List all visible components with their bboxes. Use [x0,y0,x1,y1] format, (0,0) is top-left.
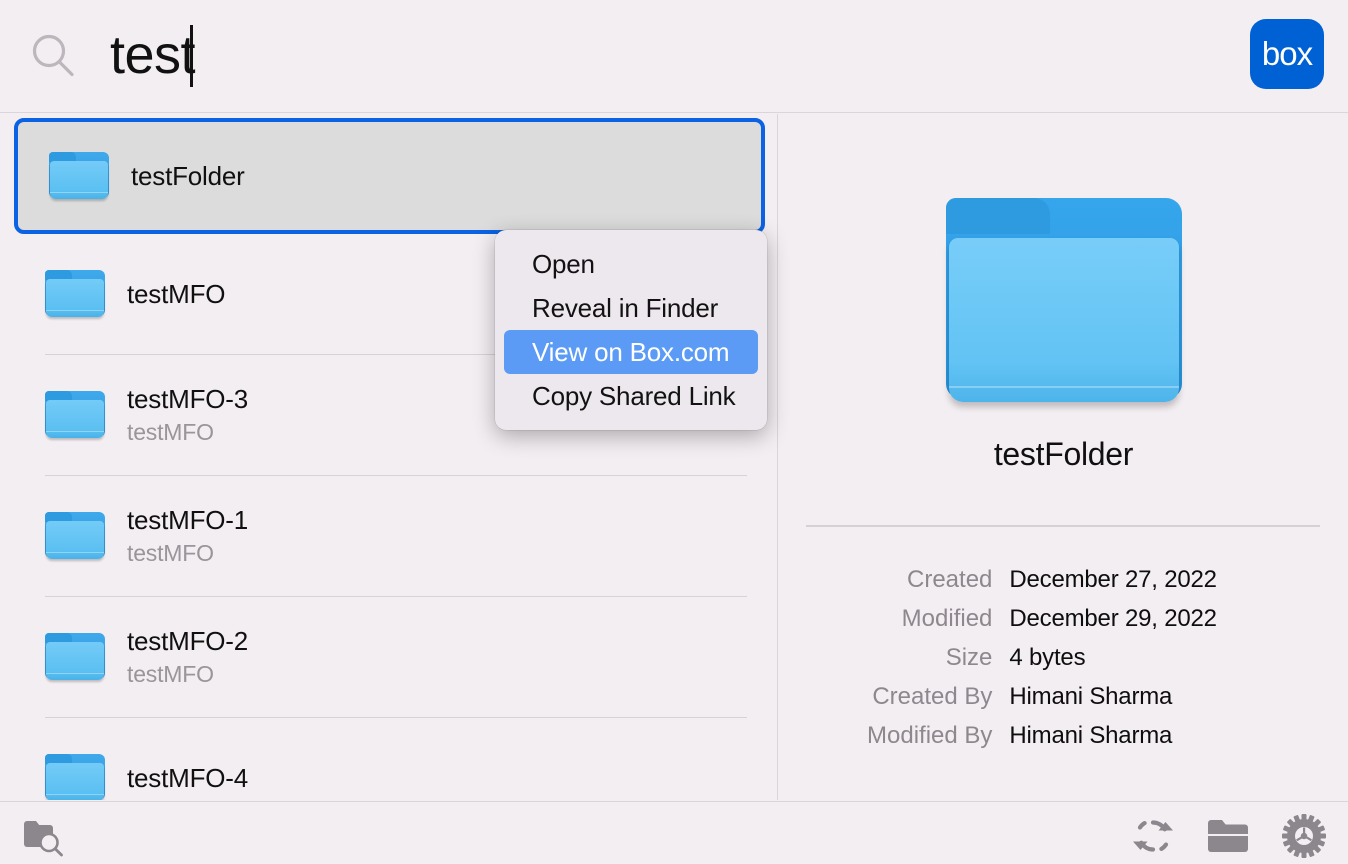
list-item-subtitle: testMFO [127,538,248,568]
search-input[interactable]: test [110,22,195,88]
menu-item-view-on-box[interactable]: View on Box.com [504,330,758,374]
list-item-title: testMFO [127,278,225,310]
metadata-key: Created [867,563,1009,602]
folder-icon [45,391,105,439]
metadata-value: Himani Sharma [1009,719,1216,758]
folder-icon [49,152,109,200]
folder-icon [45,270,105,318]
list-item[interactable]: testFolder [14,118,765,234]
metadata-row: Modified December 29, 2022 [867,602,1217,641]
text-cursor [190,25,193,87]
metadata-value: December 29, 2022 [1009,602,1216,641]
metadata-key: Modified [867,602,1009,641]
menu-item-copy-shared-link[interactable]: Copy Shared Link [504,374,758,418]
list-item-title: testMFO-2 [127,625,248,657]
metadata-table: Created December 27, 2022 Modified Decem… [867,563,1217,758]
metadata-key: Modified By [867,719,1009,758]
search-icon[interactable] [30,33,76,79]
list-item-title: testMFO-3 [127,383,248,415]
folder-icon [946,198,1182,406]
bottom-toolbar [0,801,1348,864]
search-header: test box [0,0,1348,113]
folder-icon [45,512,105,560]
metadata-key: Size [867,641,1009,680]
metadata-row: Modified By Himani Sharma [867,719,1217,758]
box-logo[interactable]: box [1250,19,1324,89]
box-logo-text: box [1262,37,1312,70]
metadata-row: Size 4 bytes [867,641,1217,680]
menu-item-reveal-in-finder[interactable]: Reveal in Finder [504,286,758,330]
folder-icon [45,754,105,800]
list-item-title: testMFO-1 [127,504,248,536]
list-item-title: testFolder [131,160,245,192]
folder-icon[interactable] [1206,817,1250,855]
metadata-row: Created By Himani Sharma [867,680,1217,719]
folder-icon [45,633,105,681]
list-item-subtitle: testMFO [127,417,248,447]
list-item[interactable]: testMFO-4 [0,718,777,800]
detail-panel: testFolder Created December 27, 2022 Mod… [779,114,1348,800]
metadata-value: 4 bytes [1009,641,1216,680]
detail-title: testFolder [779,436,1348,473]
metadata-value: Himani Sharma [1009,680,1216,719]
menu-item-open[interactable]: Open [504,242,758,286]
list-item[interactable]: testMFO-1 testMFO [0,476,777,596]
metadata-row: Created December 27, 2022 [867,563,1217,602]
list-item-title: testMFO-4 [127,762,248,794]
list-item[interactable]: testMFO-2 testMFO [0,597,777,717]
detail-divider [806,525,1320,527]
sync-icon[interactable] [1132,815,1174,857]
gear-icon[interactable] [1282,814,1326,858]
context-menu[interactable]: Open Reveal in Finder View on Box.com Co… [495,230,767,430]
metadata-key: Created By [867,680,1009,719]
search-results-list[interactable]: testFolder testMFO testMFO-3 testMFO tes… [0,114,778,800]
metadata-value: December 27, 2022 [1009,563,1216,602]
list-item-subtitle: testMFO [127,659,248,689]
folder-search-icon[interactable] [22,818,66,858]
